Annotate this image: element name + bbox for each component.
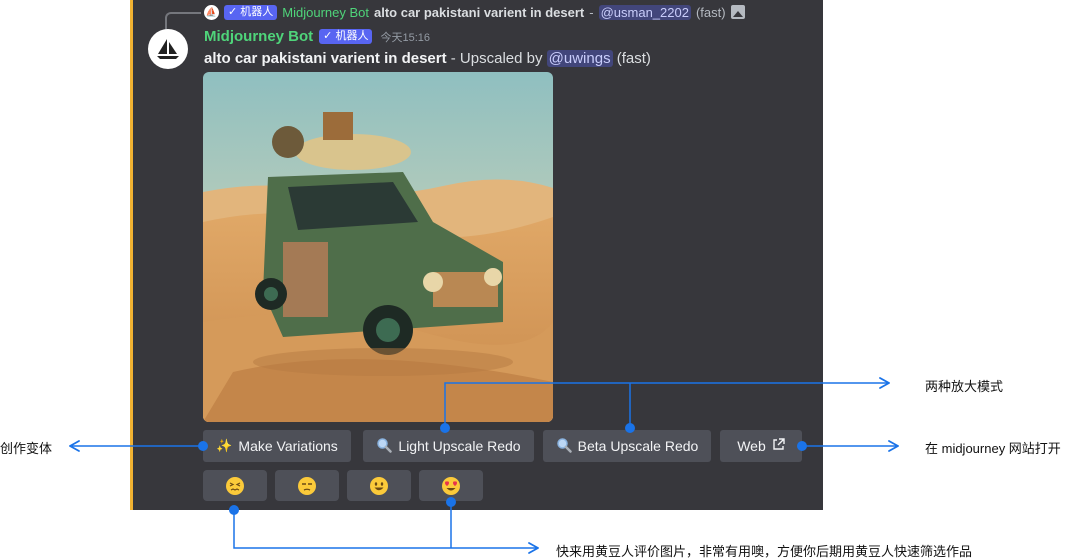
annotation-variations: 创作变体 <box>0 441 53 456</box>
annotation-arrows <box>69 377 899 554</box>
annotation-rating: 快来用黄豆人评价图片，非常有用噢，方便你后期用黄豆人快速筛选作品 <box>556 544 973 559</box>
annotation-upscale-modes: 两种放大模式 <box>925 379 1004 394</box>
annotation-website: 在 midjourney 网站打开 <box>925 441 1061 456</box>
